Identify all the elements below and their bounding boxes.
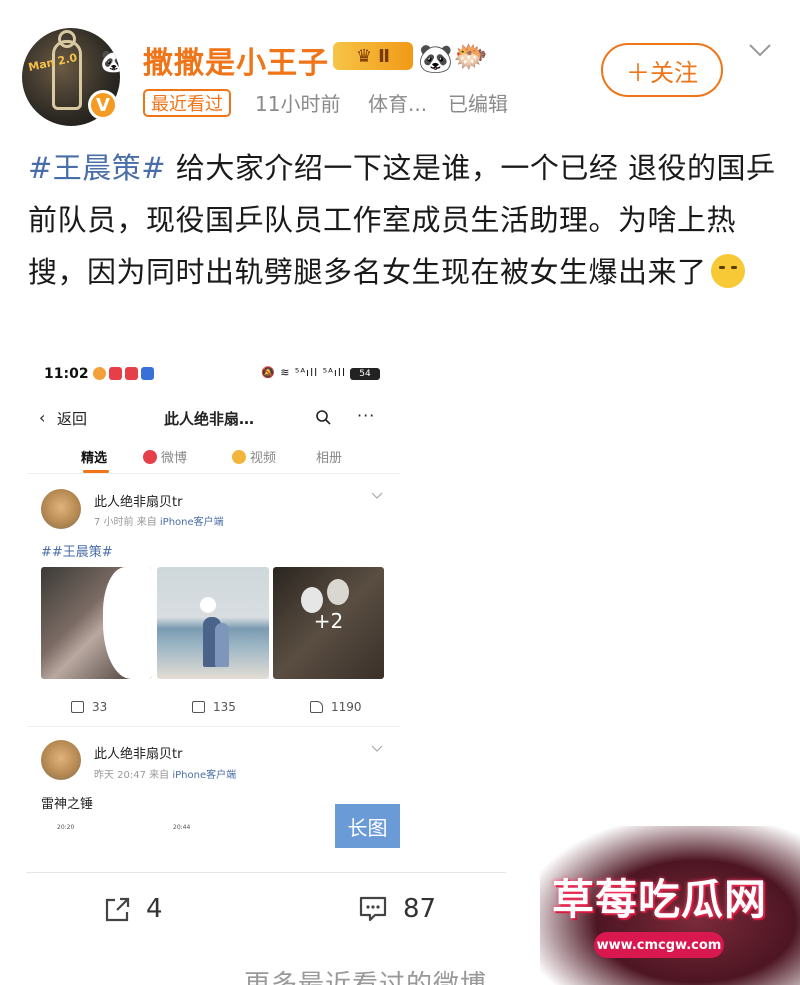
weibo-app-icon: [93, 367, 106, 380]
follow-button[interactable]: ＋关注: [601, 43, 723, 97]
post-header: Man 2.0 🐼 V 撒撒是小王子 ♛ Ⅱ 🐼 🐡 最近看过 11小时前 体育…: [0, 0, 800, 130]
long-image-badge: 长图: [335, 804, 400, 848]
embedded-screenshot[interactable]: 11:02 🔕 ≋ ⁵ᴬıll ⁵ᴬıll 54 ‹ 返回 此人绝非扇… ···…: [27, 352, 400, 852]
mini-screenshot-time-2: 20:44: [173, 824, 191, 831]
tab-underline: [83, 470, 109, 473]
embed-photo-3[interactable]: +2: [273, 567, 384, 679]
more-icon[interactable]: ···: [357, 406, 375, 425]
crown-icon: ♛: [356, 45, 373, 67]
embed-card2-avatar[interactable]: [41, 740, 81, 780]
avatar-panda-icon: 🐼: [100, 50, 120, 75]
embed-card1-actions: 33 135 1190: [27, 694, 400, 724]
panda-icon: 🐼: [418, 42, 453, 75]
chevron-down-icon[interactable]: [748, 38, 772, 62]
photo-face-mask: [200, 597, 216, 613]
photo-blur-mask: [103, 567, 152, 679]
red-app-icon: [109, 367, 122, 380]
embed-title: 此人绝非扇…: [164, 410, 255, 428]
watermark-title: 草莓吃瓜网: [552, 875, 768, 924]
level-text: Ⅱ: [378, 45, 390, 67]
watermark: 草莓吃瓜网 www.cmcgw.com: [540, 826, 800, 985]
red-app-icon: [125, 367, 138, 380]
chevron-down-icon[interactable]: [371, 492, 383, 500]
avatar-figure-shape: [52, 40, 82, 110]
post-edited: 已编辑: [448, 92, 508, 116]
embed-card1-name[interactable]: 此人绝非扇贝tr: [94, 491, 182, 510]
tab-weibo[interactable]: 微博: [143, 447, 187, 466]
back-arrow-icon[interactable]: ‹: [39, 408, 45, 427]
embed-divider: [27, 726, 400, 727]
embed-comment-button[interactable]: 135: [192, 700, 236, 714]
watermark-url: www.cmcgw.com: [594, 932, 724, 958]
embed-comment-count: 135: [213, 700, 236, 714]
tab-weibo-label: 微博: [161, 451, 188, 466]
embed-nav-bar: ‹ 返回 此人绝非扇… ···: [27, 398, 400, 438]
embed-card1-text[interactable]: ##王晨策#: [41, 541, 113, 560]
embed-card2-time: 昨天 20:47 来自: [94, 770, 173, 781]
tab-video[interactable]: 视频: [232, 447, 276, 466]
embed-status-signals: 🔕 ≋ ⁵ᴬıll ⁵ᴬıll: [261, 366, 347, 379]
photo-person-shape: [215, 623, 229, 667]
post-text: #王晨策# 给大家介绍一下这是谁，一个已经 退役的国乒前队员，现役国乒队员工作室…: [28, 142, 780, 298]
embed-card1-avatar[interactable]: [41, 489, 81, 529]
recent-tag: 最近看过: [143, 89, 231, 117]
embed-status-app-icons: [93, 367, 154, 380]
back-button[interactable]: 返回: [57, 408, 87, 429]
comment-icon: [192, 701, 205, 713]
share-count[interactable]: 4: [146, 894, 163, 924]
level-badge[interactable]: ♛ Ⅱ: [333, 42, 413, 70]
embed-card2-source: iPhone客户端: [172, 770, 237, 781]
embed-card2-meta: 昨天 20:47 来自 iPhone客户端: [94, 766, 236, 781]
photo-face-mask: [327, 579, 349, 605]
embed-status-time: 11:02: [44, 366, 89, 382]
share-icon[interactable]: [103, 896, 131, 924]
like-icon: [310, 701, 323, 713]
embed-like-button[interactable]: 1190: [310, 700, 362, 714]
tab-album[interactable]: 相册: [316, 447, 342, 466]
battery-icon: 54: [350, 368, 380, 380]
blue-app-icon: [141, 367, 154, 380]
embed-like-count: 1190: [331, 700, 362, 714]
chevron-down-icon[interactable]: [371, 745, 383, 753]
comment-count[interactable]: 87: [403, 894, 436, 924]
embed-card2-text: 雷神之锤: [41, 797, 94, 812]
tab-video-label: 视频: [250, 451, 277, 466]
share-icon: [71, 701, 84, 713]
embed-photo-2[interactable]: [157, 567, 269, 679]
username[interactable]: 撒撒是小王子: [143, 38, 329, 82]
mini-screenshot-time-1: 20:20: [57, 824, 75, 831]
thinking-emoji-icon: [710, 254, 745, 288]
search-icon[interactable]: [315, 409, 331, 425]
embed-card2-name[interactable]: 此人绝非扇贝tr: [94, 743, 182, 762]
more-recent-link[interactable]: 更多最近看过的微博: [244, 964, 487, 985]
embed-card1-time: 7 小时前 来自: [94, 517, 160, 528]
embed-card1-meta: 7 小时前 来自 iPhone客户端: [94, 513, 224, 528]
embed-tabs: 精选 微博 视频 相册: [27, 440, 400, 474]
post-time: 11小时前: [255, 92, 341, 116]
action-divider: [26, 872, 506, 873]
embed-card1-source: iPhone客户端: [159, 517, 224, 528]
post-hashtag[interactable]: #王晨策#: [28, 151, 166, 185]
embed-share-button[interactable]: 33: [71, 700, 107, 714]
embed-statusbar: 11:02 🔕 ≋ ⁵ᴬıll ⁵ᴬıll 54: [27, 352, 400, 398]
post-source: 体育...: [368, 92, 428, 116]
verified-icon: V: [88, 90, 118, 120]
weibo-icon: [143, 450, 157, 464]
fish-icon: 🐡: [453, 40, 488, 73]
tab-featured[interactable]: 精选: [81, 447, 107, 466]
video-icon: [232, 450, 246, 464]
embed-share-count: 33: [92, 700, 108, 714]
more-photos-count: +2: [313, 609, 344, 633]
embed-photo-1[interactable]: [41, 567, 152, 679]
comment-icon[interactable]: [358, 895, 388, 923]
